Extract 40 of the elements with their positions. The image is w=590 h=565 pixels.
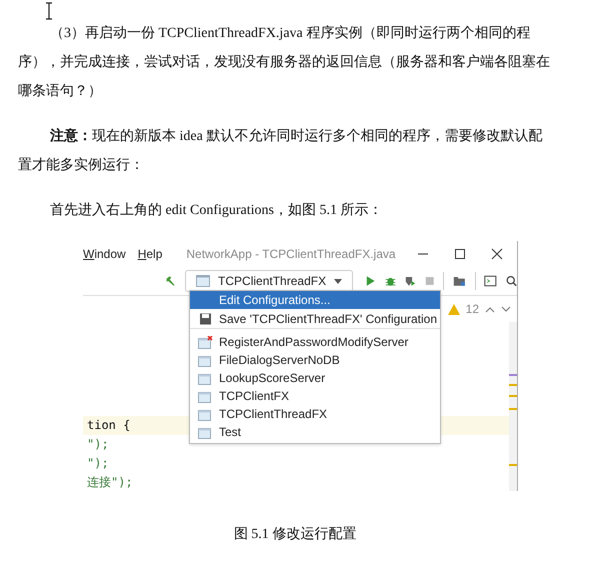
code-line: "); xyxy=(86,436,109,453)
menu-item[interactable]: Edit Configurations... xyxy=(190,291,440,309)
figure-caption: 图 5.1 修改运行配置 xyxy=(232,526,358,543)
paragraph: 注意：现在的新版本 idea 默认不允许同时运行多个相同的程序，需要修改默认配置才能多实例运行： xyxy=(18,126,544,175)
menu-item[interactable]: Window xyxy=(83,247,126,261)
text-cursor-icon xyxy=(45,2,53,20)
close-icon[interactable] xyxy=(490,247,504,261)
caret-icon xyxy=(334,278,342,284)
folder-icon[interactable] xyxy=(452,274,466,288)
menu-item[interactable]: Test xyxy=(190,423,440,441)
menu-item[interactable]: Save 'TCPClientThreadFX' Configuration xyxy=(190,309,440,329)
run-icon[interactable] xyxy=(366,274,376,288)
maximize-icon[interactable] xyxy=(453,247,467,261)
code-line: 连接"); xyxy=(86,474,133,491)
window-title: NetworkApp - TCPClientThreadFX.java xyxy=(186,247,397,261)
window-icon xyxy=(196,275,210,287)
window-icon xyxy=(198,408,213,420)
menu-item[interactable]: LookupScoreServer xyxy=(190,369,440,387)
chevron-up-icon[interactable] xyxy=(485,306,495,312)
terminal-icon[interactable] xyxy=(484,274,497,288)
window-icon xyxy=(198,390,213,402)
window-icon xyxy=(198,372,213,384)
menu-item[interactable]: FileDialogServerNoDB xyxy=(190,351,440,369)
window-error-icon xyxy=(198,336,213,348)
window-icon xyxy=(198,426,213,438)
code-line: tion { xyxy=(86,417,130,434)
chevron-down-icon[interactable] xyxy=(501,306,511,312)
run-configuration-dropdown[interactable]: TCPClientThreadFX xyxy=(185,270,354,292)
search-icon[interactable] xyxy=(506,274,517,288)
menu-item[interactable]: TCPClientFX xyxy=(190,387,440,405)
shield-run-icon[interactable] xyxy=(404,274,416,288)
paragraph: 首先进入右上角的 edit Configurations，如图 5.1 所示： xyxy=(49,202,384,220)
hammer-icon[interactable] xyxy=(165,274,176,288)
window-icon xyxy=(198,354,213,366)
menu-item[interactable]: TCPClientThreadFX xyxy=(190,405,440,423)
menu-item[interactable]: RegisterAndPasswordModifyServer xyxy=(190,333,440,351)
paragraph: （3）再启动一份 TCPClientThreadFX.java 程序实例（即同时运行两个相同的程序），并完成连接，尝试对话，发现没有服务器的返回信息（服务器和客户端各阻塞在哪条语句？） xyxy=(18,24,551,101)
menu-item[interactable]: Help xyxy=(138,247,162,261)
code-line: "); xyxy=(86,455,109,472)
warning-count[interactable]: 12 xyxy=(466,302,479,316)
